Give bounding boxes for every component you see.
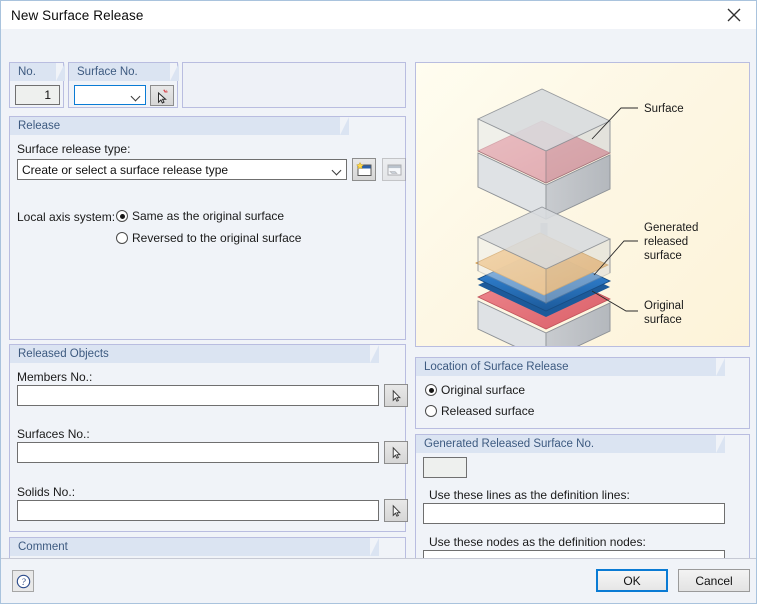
axis-option-same-label: Same as the original surface xyxy=(132,209,285,223)
annotation-original-2: surface xyxy=(644,314,682,326)
location-option-original[interactable]: Original surface xyxy=(425,383,525,397)
annotation-original-1: Original xyxy=(644,300,684,312)
chevron-down-icon[interactable] xyxy=(125,86,145,104)
cancel-button[interactable]: Cancel xyxy=(678,569,750,592)
surface-no-card: Surface No. xyxy=(68,62,179,108)
surface-no-combo[interactable] xyxy=(74,85,146,105)
edit-window-icon xyxy=(382,158,406,181)
chevron-down-icon[interactable] xyxy=(326,160,346,179)
axis-option-same[interactable]: Same as the original surface xyxy=(116,209,284,223)
location-of-surface-release-group: Location of Surface Release Original sur… xyxy=(415,357,750,429)
axis-option-reversed-label: Reversed to the original surface xyxy=(132,231,302,245)
radio-dot xyxy=(116,210,128,222)
location-option-released[interactable]: Released surface xyxy=(425,404,534,418)
dialog-body: No. 1 Surface No. Release Surface releas… xyxy=(1,29,756,582)
members-no-input[interactable] xyxy=(17,385,379,406)
radio-dot xyxy=(425,405,437,417)
radio-dot xyxy=(116,232,128,244)
annotation-surface: Surface xyxy=(644,103,684,115)
axis-option-reversed[interactable]: Reversed to the original surface xyxy=(116,231,301,245)
help-icon[interactable]: ? xyxy=(12,570,34,592)
location-option-original-label: Original surface xyxy=(441,383,526,397)
surface-release-type-value: Create or select a surface release type xyxy=(22,162,229,177)
radio-dot xyxy=(425,384,437,396)
close-icon[interactable] xyxy=(712,1,756,29)
pick-surfaces-icon[interactable] xyxy=(384,441,408,464)
annotation-generated-3: surface xyxy=(644,250,682,262)
location-group-header: Location of Surface Release xyxy=(416,358,725,376)
pick-surface-icon[interactable] xyxy=(150,85,174,106)
new-window-icon[interactable] xyxy=(352,158,376,181)
dialog-window: New Surface Release No. 1 Surface No. Re… xyxy=(0,0,757,604)
definition-nodes-label: Use these nodes as the definition nodes: xyxy=(429,535,646,549)
surface-release-type-combo[interactable]: Create or select a surface release type xyxy=(17,159,347,180)
surfaces-no-label: Surfaces No.: xyxy=(17,427,90,441)
no-card: No. 1 xyxy=(9,62,65,108)
surface-release-illustration: Surface Generated released surface Origi… xyxy=(415,62,750,347)
solids-no-input[interactable] xyxy=(17,500,379,521)
ok-button[interactable]: OK xyxy=(596,569,668,592)
surface-release-type-label: Surface release type: xyxy=(17,142,131,156)
generated-group-header: Generated Released Surface No. xyxy=(416,435,725,453)
surfaces-no-input[interactable] xyxy=(17,442,379,463)
released-objects-group: Released Objects Members No.: Surfaces N… xyxy=(9,344,408,532)
local-axis-system-label: Local axis system: xyxy=(17,210,116,224)
release-group-header: Release xyxy=(10,117,349,135)
pick-members-icon[interactable] xyxy=(384,384,408,407)
no-value-field: 1 xyxy=(15,85,60,105)
surface-no-card-header: Surface No. xyxy=(69,63,179,81)
no-card-header: No. xyxy=(10,63,65,81)
solids-no-label: Solids No.: xyxy=(17,485,76,499)
generated-surface-no-field xyxy=(423,457,467,478)
window-title: New Surface Release xyxy=(11,7,144,23)
definition-lines-input[interactable] xyxy=(423,503,725,524)
comment-group-header: Comment xyxy=(10,538,379,556)
members-no-label: Members No.: xyxy=(17,370,93,384)
definition-lines-label: Use these lines as the definition lines: xyxy=(429,488,630,502)
release-group: Release Surface release type: Create or … xyxy=(9,116,406,340)
pick-solids-icon[interactable] xyxy=(384,499,408,522)
svg-text:?: ? xyxy=(21,576,26,586)
released-objects-group-header: Released Objects xyxy=(10,345,379,363)
title-bar: New Surface Release xyxy=(1,1,756,29)
annotation-generated-2: released xyxy=(644,236,688,248)
location-option-released-label: Released surface xyxy=(441,404,535,418)
annotation-generated-1: Generated xyxy=(644,222,698,234)
dialog-footer: ? OK Cancel xyxy=(1,558,756,603)
identification-filler xyxy=(182,62,406,108)
